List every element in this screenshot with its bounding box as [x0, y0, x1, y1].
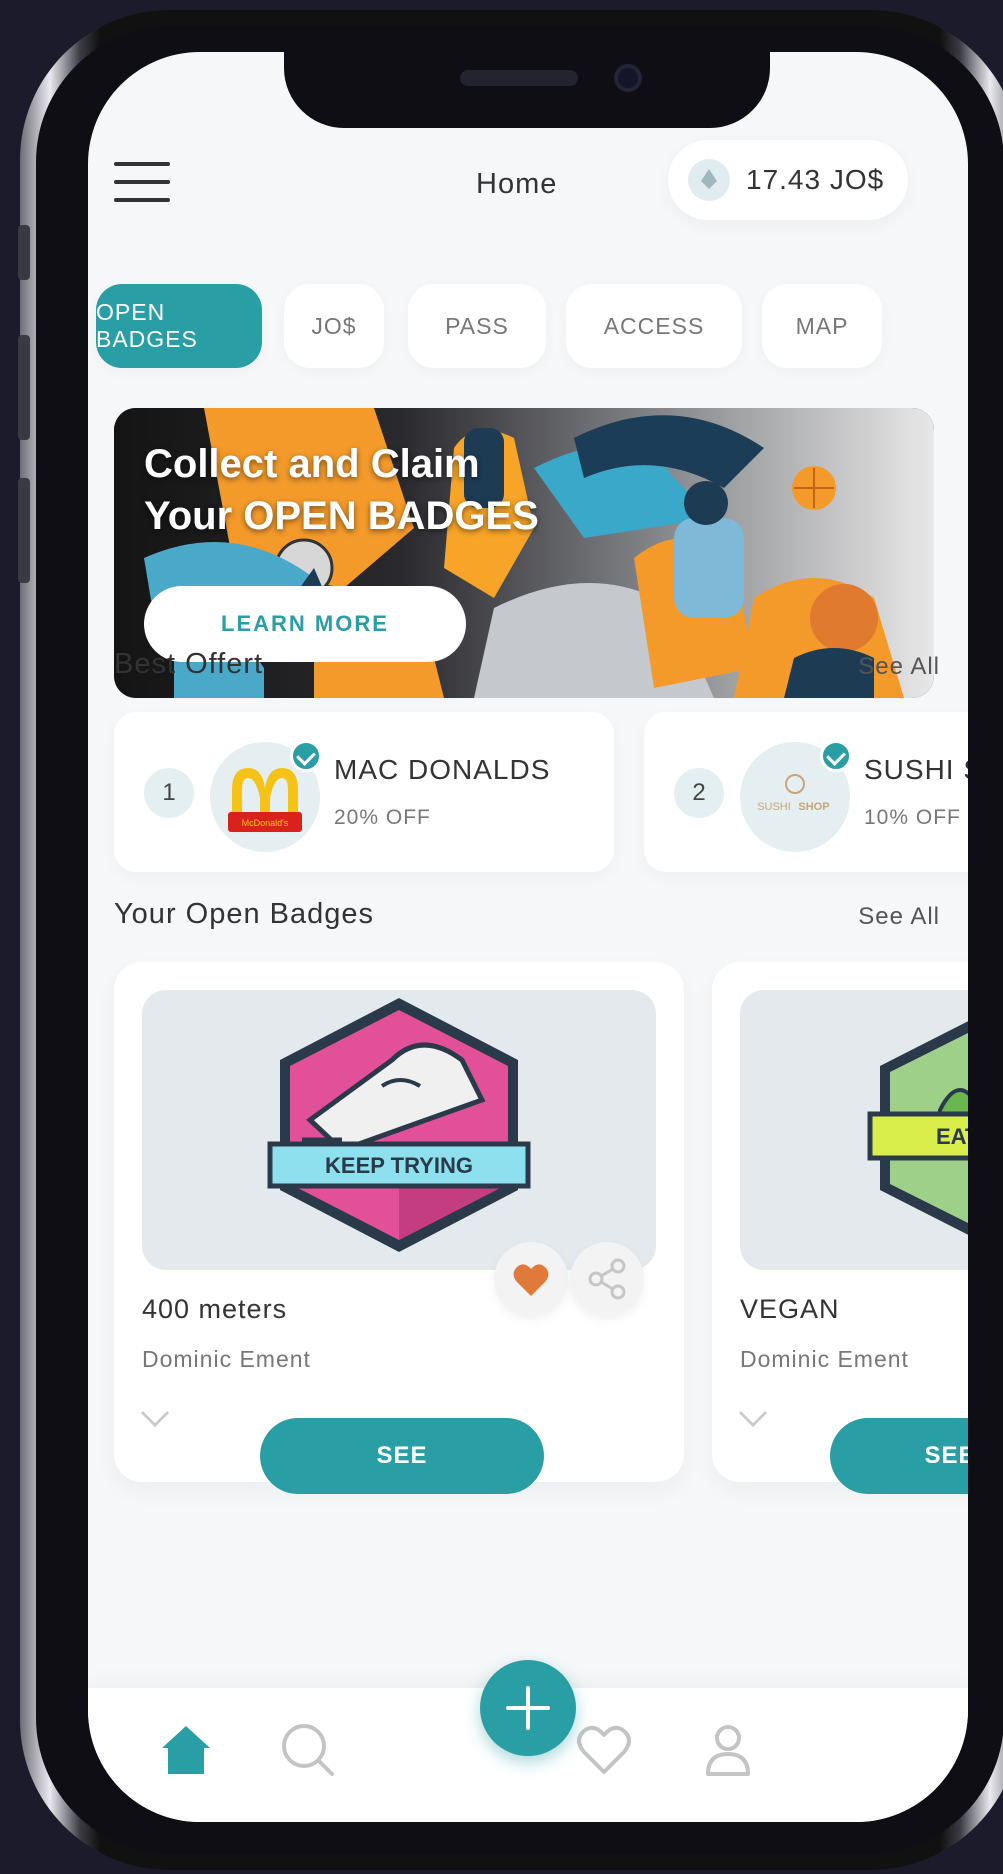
offer-name: MAC DONALDS	[334, 754, 551, 785]
verified-check-icon	[820, 740, 852, 772]
chevron-down-icon[interactable]	[140, 1398, 170, 1428]
badge-name: VEGAN	[740, 1294, 840, 1324]
see-button[interactable]: SEE	[830, 1418, 968, 1494]
badge-author: Dominic Ement	[142, 1346, 311, 1372]
badge-card[interactable]: KEEP TRYING 400 meters Dominic Ement SEE	[114, 962, 684, 1494]
banner-title: Collect and Claim Your OPEN BADGES	[144, 442, 539, 538]
see-button[interactable]: SEE	[260, 1418, 544, 1494]
heart-filled-icon	[513, 1264, 549, 1296]
open-badges-title: Your Open Badges	[114, 898, 375, 930]
badge-ribbon-text: EAT	[936, 1124, 968, 1149]
volume-down-button	[18, 478, 30, 583]
offer-rank: 2	[674, 768, 724, 818]
share-icon	[588, 1258, 626, 1300]
balance-amount: 17.43 JO$	[746, 164, 885, 195]
mute-switch	[18, 225, 30, 280]
offer-name: SUSHI SHOP	[864, 754, 968, 785]
share-button[interactable]	[570, 1242, 644, 1316]
offer-discount: 10% OFF	[864, 806, 961, 829]
tab-access[interactable]: ACCESS	[566, 284, 742, 368]
notch	[284, 52, 770, 128]
badge-author: Dominic Ement	[740, 1346, 909, 1372]
badge-name: 400 meters	[142, 1294, 288, 1324]
badge-image: EAT	[740, 990, 968, 1270]
badge-ribbon-text: KEEP TRYING	[325, 1153, 473, 1178]
shop-logo-text: SHOP	[798, 801, 829, 813]
sushi-logo-text: SUSHI	[757, 801, 791, 813]
open-badges-see-all-link[interactable]: See All	[858, 903, 940, 931]
tab-map[interactable]: MAP	[762, 284, 882, 368]
home-icon[interactable]	[154, 1718, 218, 1782]
offer-card[interactable]: 1 McDonald's MAC DONALDS 20% OFF	[114, 712, 614, 872]
volume-up-button	[18, 335, 30, 440]
front-camera	[614, 64, 642, 92]
search-icon[interactable]	[276, 1718, 340, 1782]
token-icon	[688, 159, 730, 201]
add-button[interactable]	[480, 1660, 576, 1756]
badge-image: KEEP TRYING	[142, 990, 656, 1270]
best-offers-see-all-link[interactable]: See All	[858, 653, 940, 681]
offer-rank: 1	[144, 768, 194, 818]
heart-icon[interactable]	[572, 1718, 636, 1782]
best-offers-title: Best Offert	[114, 648, 264, 680]
balance-pill[interactable]: 17.43 JO$	[668, 140, 908, 220]
mcdonalds-logo-text: McDonald's	[242, 818, 289, 828]
verified-check-icon	[290, 740, 322, 772]
tab-open-badges[interactable]: OPEN BADGES	[96, 284, 262, 368]
profile-icon[interactable]	[696, 1718, 760, 1782]
badge-card[interactable]: EAT VEGAN Dominic Ement SEE	[712, 962, 968, 1494]
tab-jos[interactable]: JO$	[284, 284, 384, 368]
category-tabs: OPEN BADGES JO$ PASS ACCESS MAP	[96, 284, 968, 368]
speaker	[460, 70, 578, 86]
tab-pass[interactable]: PASS	[408, 284, 546, 368]
favorite-button[interactable]	[494, 1242, 568, 1316]
offer-card[interactable]: 2 SUSHI SHOP SUSHI SHOP 10% OFF	[644, 712, 968, 872]
offer-discount: 20% OFF	[334, 806, 431, 829]
app-screen: Home 17.43 JO$ OPEN BADGES JO$ PASS ACCE…	[88, 52, 968, 1822]
page-title: Home	[476, 168, 558, 200]
hamburger-menu-icon[interactable]	[114, 162, 170, 202]
chevron-down-icon[interactable]	[738, 1398, 768, 1428]
